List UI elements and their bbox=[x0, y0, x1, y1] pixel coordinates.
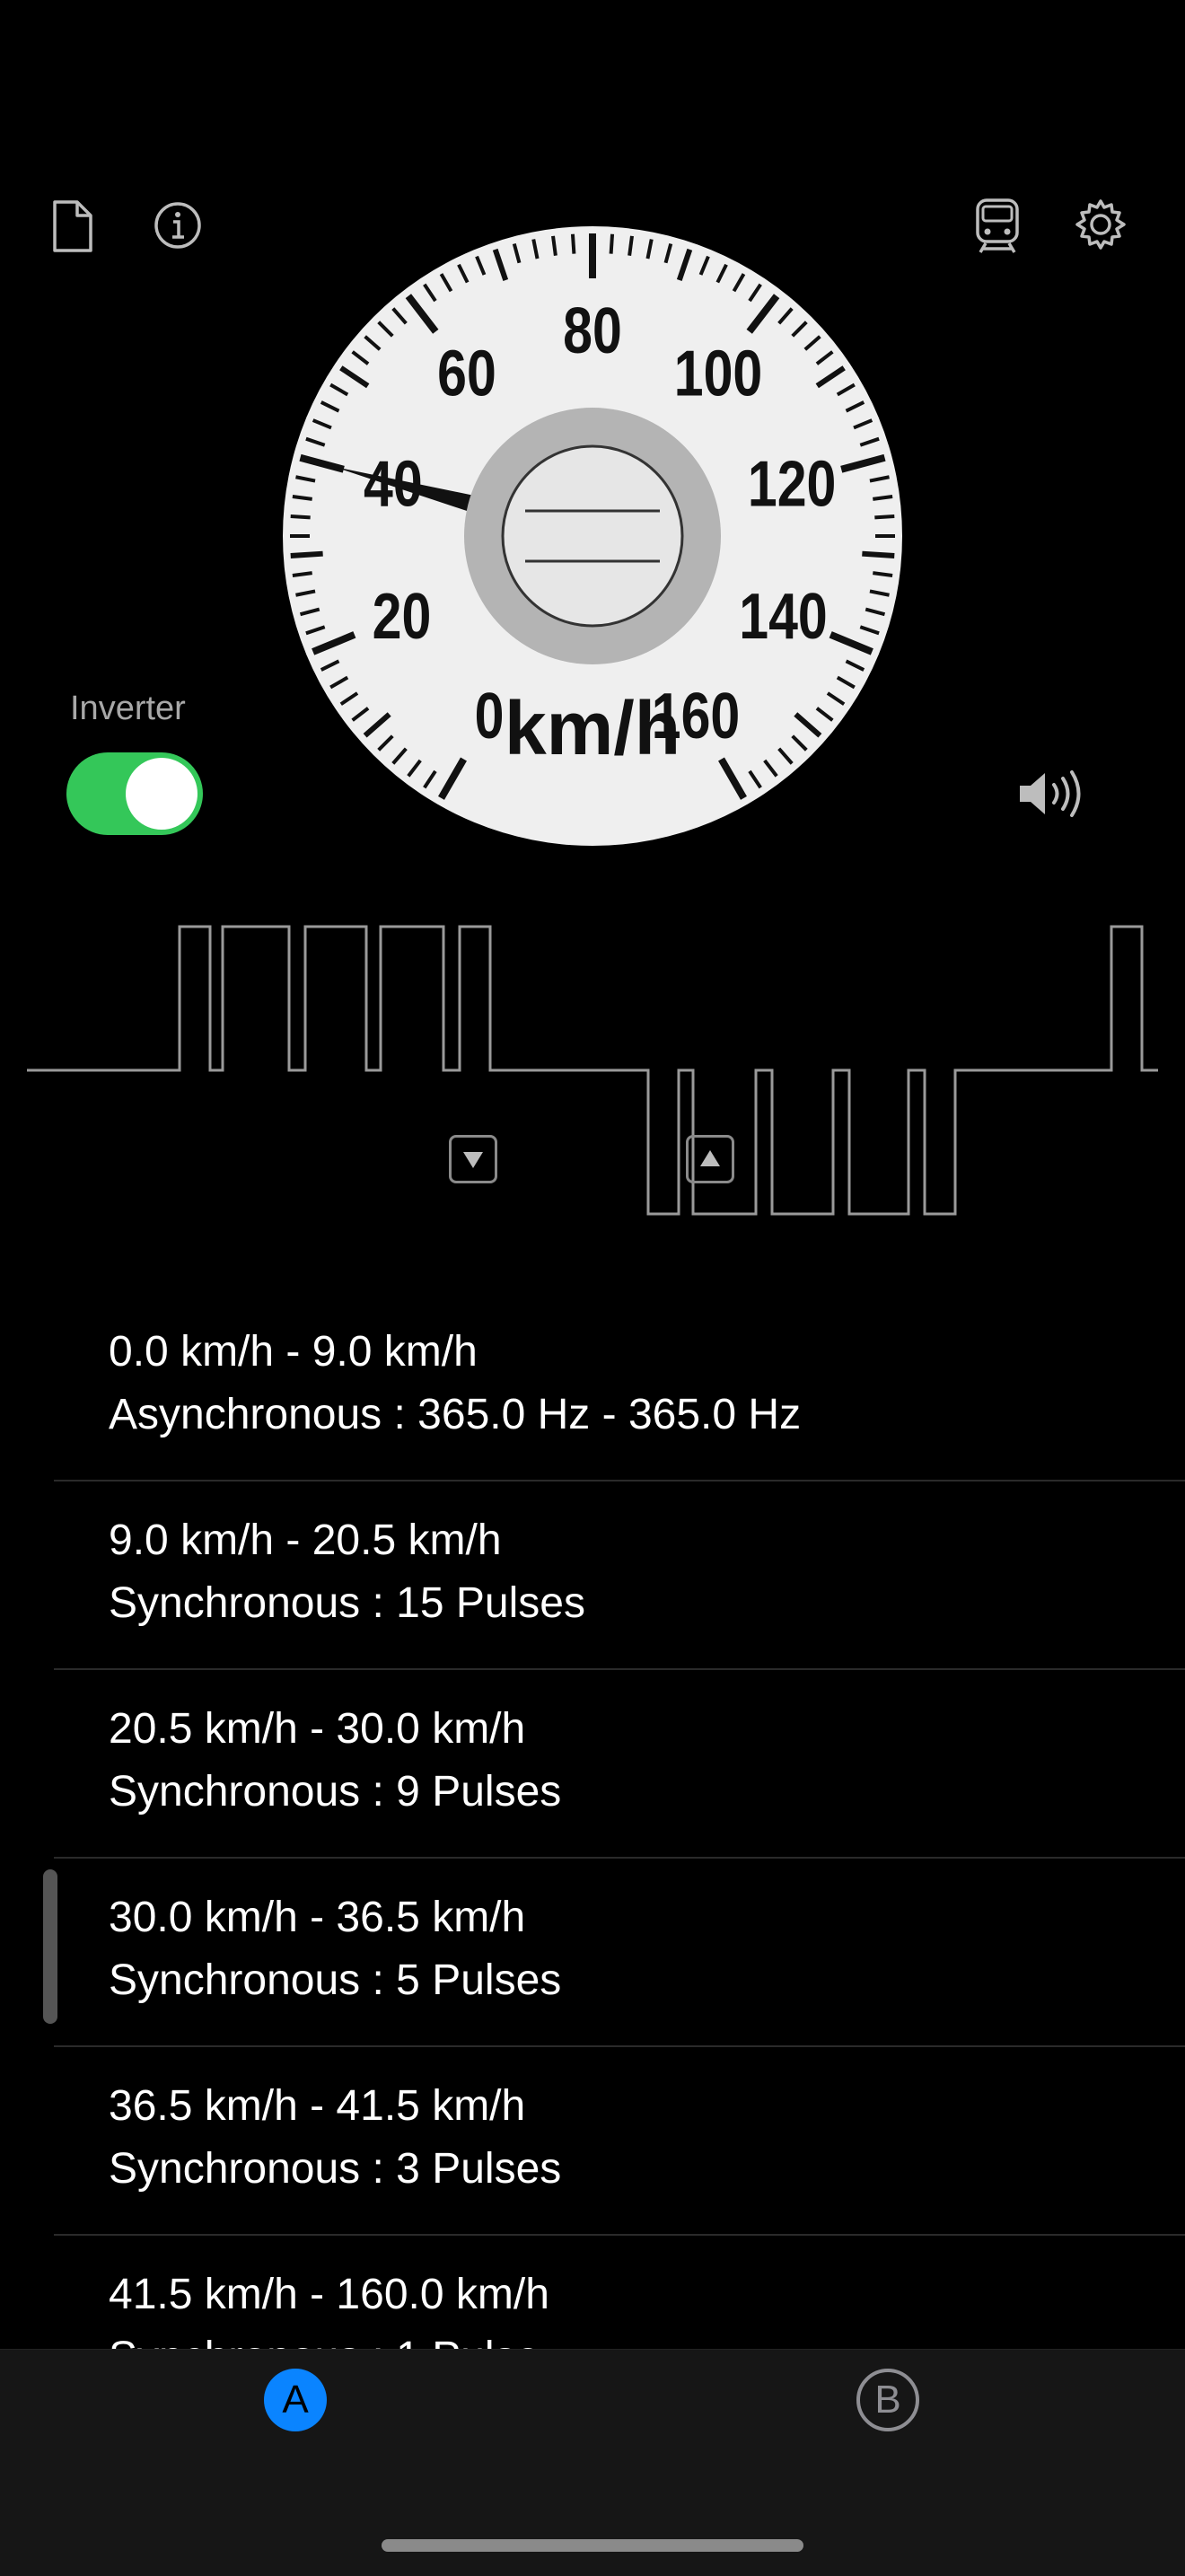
gauge-tick bbox=[292, 495, 312, 501]
triangle-up-icon bbox=[700, 1150, 720, 1166]
gauge-label: 120 bbox=[748, 447, 836, 520]
list-item[interactable]: 9.0 km/h - 20.5 km/h Synchronous : 15 Pu… bbox=[0, 1481, 1185, 1670]
step-up-button[interactable] bbox=[686, 1135, 734, 1183]
mode-detail: Synchronous : 5 Pulses bbox=[109, 1956, 562, 2004]
mode-range: 36.5 km/h - 41.5 km/h bbox=[109, 2082, 526, 2130]
speaker-volume-icon[interactable] bbox=[1016, 769, 1084, 819]
speedometer: 020406080100120140160 km/h bbox=[283, 226, 902, 846]
mode-list[interactable]: 0.0 km/h - 9.0 km/h Asynchronous : 365.0… bbox=[0, 1293, 1185, 2349]
mode-range: 41.5 km/h - 160.0 km/h bbox=[109, 2271, 549, 2318]
gauge-tick bbox=[873, 495, 893, 501]
mode-range: 9.0 km/h - 20.5 km/h bbox=[109, 1517, 502, 1564]
gauge-tick bbox=[551, 235, 557, 256]
mode-detail: Synchronous : 15 Pulses bbox=[109, 1579, 585, 1627]
list-item[interactable]: 41.5 km/h - 160.0 km/h Synchronous : 1 P… bbox=[0, 2236, 1185, 2349]
double-line-icon bbox=[501, 444, 684, 628]
mode-detail: Synchronous : 1 Pulse bbox=[109, 2333, 540, 2349]
inverter-toggle[interactable] bbox=[66, 752, 203, 835]
step-down-button[interactable] bbox=[449, 1135, 497, 1183]
pwm-waveform bbox=[27, 925, 1158, 1216]
mode-detail: Synchronous : 9 Pulses bbox=[109, 1768, 562, 1816]
list-item[interactable]: 20.5 km/h - 30.0 km/h Synchronous : 9 Pu… bbox=[0, 1670, 1185, 1859]
gauge-label: 20 bbox=[373, 579, 432, 652]
toggle-knob bbox=[126, 758, 198, 830]
gauge-tick bbox=[292, 571, 312, 577]
list-item[interactable]: 30.0 km/h - 36.5 km/h Synchronous : 5 Pu… bbox=[0, 1859, 1185, 2047]
gauge-tick bbox=[874, 514, 895, 520]
mode-range: 0.0 km/h - 9.0 km/h bbox=[109, 1328, 478, 1376]
gauge-tick bbox=[609, 233, 615, 254]
list-item[interactable]: 36.5 km/h - 41.5 km/h Synchronous : 3 Pu… bbox=[0, 2047, 1185, 2236]
gauge-tick bbox=[873, 571, 893, 577]
gauge-tick bbox=[290, 550, 323, 559]
list-item[interactable]: 0.0 km/h - 9.0 km/h Asynchronous : 365.0… bbox=[0, 1293, 1185, 1481]
gauge-label: 60 bbox=[437, 337, 496, 409]
mode-range: 30.0 km/h - 36.5 km/h bbox=[109, 1894, 526, 1941]
gauge-label: 140 bbox=[739, 579, 827, 652]
gauge-label: 100 bbox=[674, 337, 762, 409]
mode-detail: Synchronous : 3 Pulses bbox=[109, 2145, 562, 2193]
gauge-tick bbox=[862, 550, 895, 559]
speedometer-unit: km/h bbox=[505, 686, 680, 770]
triangle-down-icon bbox=[463, 1152, 483, 1168]
mode-detail: Asynchronous : 365.0 Hz - 365.0 Hz bbox=[109, 1391, 802, 1438]
home-indicator[interactable] bbox=[382, 2539, 803, 2552]
tab-a[interactable]: A bbox=[264, 2369, 327, 2431]
gauge-tick bbox=[628, 235, 634, 256]
gauge-label: 80 bbox=[563, 294, 622, 366]
gauge-tick bbox=[570, 233, 576, 254]
gauge-tick bbox=[290, 514, 311, 520]
tab-b[interactable]: B bbox=[856, 2369, 919, 2431]
scroll-indicator[interactable] bbox=[43, 1869, 57, 2024]
inverter-label: Inverter bbox=[70, 690, 186, 727]
gauge-label: 0 bbox=[475, 680, 505, 752]
mode-range: 20.5 km/h - 30.0 km/h bbox=[109, 1705, 526, 1753]
